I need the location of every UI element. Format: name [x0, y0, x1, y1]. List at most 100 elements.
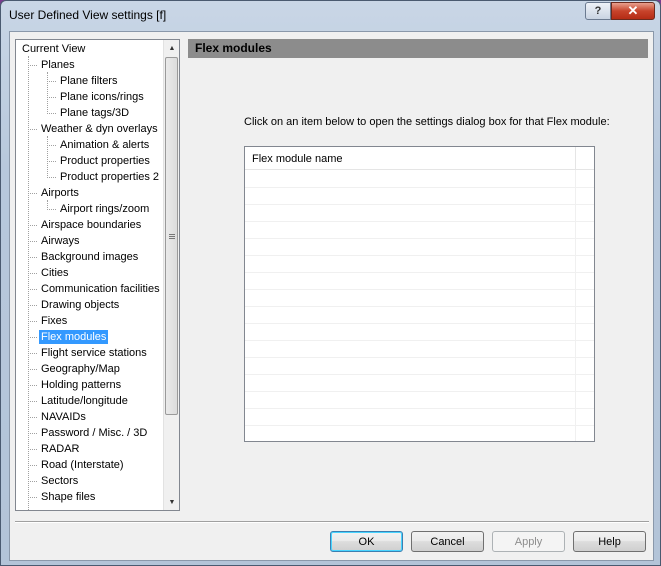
- tree-connector: [28, 305, 37, 306]
- instruction-text: Click on an item below to open the setti…: [244, 116, 610, 128]
- tree-connector: [47, 97, 56, 98]
- tree-item-shape-files[interactable]: Shape files: [39, 490, 97, 504]
- tree-item-product-properties-2[interactable]: Product properties 2: [58, 170, 161, 184]
- tree-item-latitude-longitude[interactable]: Latitude/longitude: [39, 394, 130, 408]
- tree-connector: [28, 369, 37, 370]
- grid-line: [245, 238, 594, 239]
- column-header-flex-module-name[interactable]: Flex module name: [252, 153, 343, 165]
- tree-connector: [47, 177, 56, 178]
- dialog-window: User Defined View settings [f] ? ✕ ▲ ▼ C…: [0, 0, 661, 566]
- grid-line: [245, 425, 594, 426]
- tree-item-flight-service-stations[interactable]: Flight service stations: [39, 346, 149, 360]
- grid-line: [245, 272, 594, 273]
- tree-item-planes[interactable]: Planes: [39, 58, 77, 72]
- tree-item-animation-alerts[interactable]: Animation & alerts: [58, 138, 151, 152]
- tree-connector: [47, 136, 48, 178]
- grid-line: [245, 204, 594, 205]
- scroll-thumb[interactable]: [165, 57, 178, 415]
- tree-connector: [47, 209, 56, 210]
- grid-line: [245, 221, 594, 222]
- tree-connector: [28, 353, 37, 354]
- scroll-grip-icon: [168, 233, 175, 240]
- tree-connector: [28, 289, 37, 290]
- tree-connector: [47, 200, 48, 210]
- tree-connector: [28, 433, 37, 434]
- tree-item-background-images[interactable]: Background images: [39, 250, 140, 264]
- tree-item-holding-patterns[interactable]: Holding patterns: [39, 378, 123, 392]
- grid-line: [245, 187, 594, 188]
- tree-item-fixes[interactable]: Fixes: [39, 314, 69, 328]
- tree-item-airways[interactable]: Airways: [39, 234, 82, 248]
- scroll-down-icon[interactable]: ▼: [164, 494, 179, 510]
- tree-item-drawing-objects[interactable]: Drawing objects: [39, 298, 121, 312]
- tree-connector: [28, 257, 37, 258]
- help-title-button[interactable]: ?: [585, 2, 611, 20]
- tree-connector: [28, 273, 37, 274]
- tree-item-sectors[interactable]: Sectors: [39, 474, 80, 488]
- button-divider: [15, 521, 649, 523]
- scroll-up-icon[interactable]: ▲: [164, 40, 179, 56]
- tree-connector: [28, 385, 37, 386]
- tree-item-radar[interactable]: RADAR: [39, 442, 82, 456]
- tree-connector: [47, 113, 56, 114]
- tree-connector: [28, 401, 37, 402]
- title-controls: ? ✕: [585, 2, 655, 20]
- tree-connector: [47, 161, 56, 162]
- title-bar[interactable]: User Defined View settings [f] ? ✕: [1, 1, 660, 29]
- grid-line: [245, 408, 594, 409]
- tree-connector: [28, 337, 37, 338]
- tree-item-plane-icons-rings[interactable]: Plane icons/rings: [58, 90, 146, 104]
- tree-connector: [28, 65, 37, 66]
- tree-connector: [28, 481, 37, 482]
- grid-line: [245, 255, 594, 256]
- tree-item-navaids[interactable]: NAVAIDs: [39, 410, 88, 424]
- tree-item-product-properties[interactable]: Product properties: [58, 154, 152, 168]
- tree-connector: [28, 225, 37, 226]
- tree-item-weather-dyn-overlays[interactable]: Weather & dyn overlays: [39, 122, 160, 136]
- tree-connector: [28, 497, 37, 498]
- ok-button[interactable]: OK: [330, 531, 403, 552]
- tree-item-road-interstate[interactable]: Road (Interstate): [39, 458, 126, 472]
- flex-module-list[interactable]: Flex module name: [244, 146, 595, 442]
- tree-connector: [28, 193, 37, 194]
- tree-connector: [28, 129, 37, 130]
- dialog-client-area: ▲ ▼ Current View Planes Plane filters Plane…: [9, 31, 654, 561]
- tree-connector: [28, 241, 37, 242]
- grid-line: [245, 289, 594, 290]
- tree-connector: [28, 321, 37, 322]
- column-separator[interactable]: [575, 147, 576, 170]
- tree-connector: [28, 449, 37, 450]
- list-header: Flex module name: [245, 147, 594, 170]
- grid-line: [245, 391, 594, 392]
- tree-item-airport-rings-zoom[interactable]: Airport rings/zoom: [58, 202, 151, 216]
- apply-button[interactable]: Apply: [492, 531, 565, 552]
- tree-item-plane-filters[interactable]: Plane filters: [58, 74, 119, 88]
- tree-connector: [47, 81, 56, 82]
- close-button[interactable]: ✕: [611, 2, 655, 20]
- tree-scrollbar[interactable]: ▲ ▼: [163, 40, 179, 510]
- tree-connector: [28, 56, 29, 510]
- tree-item-geography-map[interactable]: Geography/Map: [39, 362, 122, 376]
- tree-item-flex-modules[interactable]: Flex modules: [39, 330, 109, 344]
- tree-item-cities[interactable]: Cities: [39, 266, 71, 280]
- tree-item-plane-tags-3d[interactable]: Plane tags/3D: [58, 106, 131, 120]
- grid-line: [245, 357, 594, 358]
- tree-connector: [47, 145, 56, 146]
- help-button[interactable]: Help: [573, 531, 646, 552]
- grid-line: [245, 323, 594, 324]
- tree-item-current-view[interactable]: Current View: [20, 42, 87, 56]
- grid-line: [245, 306, 594, 307]
- settings-tree[interactable]: ▲ ▼ Current View Planes Plane filters Plane…: [15, 39, 180, 511]
- window-title: User Defined View settings [f]: [9, 8, 167, 22]
- tree-connector: [28, 465, 37, 466]
- tree-item-airports[interactable]: Airports: [39, 186, 81, 200]
- tree-item-airspace-boundaries[interactable]: Airspace boundaries: [39, 218, 143, 232]
- tree-connector: [47, 72, 48, 114]
- tree-item-password-misc-3d[interactable]: Password / Misc. / 3D: [39, 426, 149, 440]
- tree-connector: [28, 417, 37, 418]
- cancel-button[interactable]: Cancel: [411, 531, 484, 552]
- grid-line: [245, 340, 594, 341]
- panel-title: Flex modules: [188, 39, 648, 58]
- tree-item-communication-facilities[interactable]: Communication facilities: [39, 282, 162, 296]
- grid-line: [245, 374, 594, 375]
